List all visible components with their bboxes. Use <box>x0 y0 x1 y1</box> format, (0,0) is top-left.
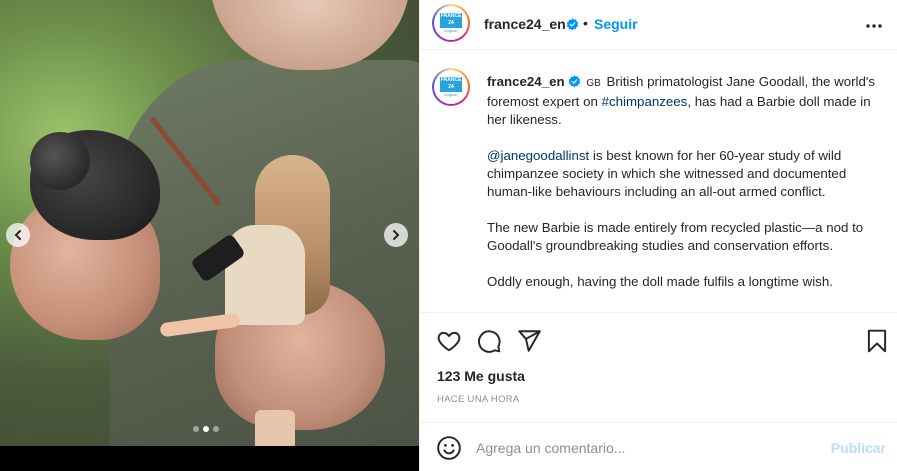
post-caption: FRANCE 24 english france24_en GB British… <box>432 66 892 312</box>
header-username[interactable]: france24_en <box>484 16 566 32</box>
flag-gb: GB <box>586 78 601 89</box>
post-header: FRANCE 24 english france24_en • Seguir <box>420 0 897 50</box>
divider <box>420 312 897 313</box>
carousel-dot <box>193 426 199 432</box>
bookmark-icon[interactable] <box>864 328 890 354</box>
caption-username[interactable]: france24_en <box>487 74 565 89</box>
post-panel: FRANCE 24 english france24_en • Seguir F… <box>419 0 897 471</box>
heart-icon[interactable] <box>436 328 462 354</box>
post-comment-button[interactable]: Publicar <box>831 440 886 456</box>
carousel-dot-active <box>203 426 209 432</box>
carousel-dot <box>213 426 219 432</box>
france24-logo: FRANCE 24 english <box>437 9 465 37</box>
logo-text: FRANCE 24 <box>440 77 462 92</box>
caption-paragraph-4: Oddly enough, having the doll made fulfi… <box>487 274 833 289</box>
chevron-right-icon <box>393 230 400 240</box>
logo-subtext: english <box>444 92 458 97</box>
next-slide-button[interactable] <box>384 223 408 247</box>
more-options-icon[interactable] <box>864 16 884 36</box>
comment-icon[interactable] <box>476 328 502 354</box>
previous-slide-button[interactable] <box>6 223 30 247</box>
verified-badge-icon <box>568 75 580 88</box>
post-media[interactable] <box>0 0 419 471</box>
logo-subtext: english <box>444 28 458 33</box>
hashtag-link[interactable]: #chimpanzees <box>602 94 688 109</box>
caption-paragraph-3: The new Barbie is made entirely from rec… <box>487 220 864 253</box>
emoji-icon[interactable] <box>436 435 462 461</box>
carousel-indicator <box>193 426 219 432</box>
caption-paragraph-2: @janegoodallinst is best known for her 6… <box>487 147 882 201</box>
post-image <box>0 0 419 446</box>
caption-text: france24_en GB British primatologist Jan… <box>487 73 882 291</box>
logo-text: FRANCE 24 <box>440 13 462 28</box>
mention-link[interactable]: @janegoodallinst <box>487 148 589 163</box>
comment-bar: Publicar <box>420 423 897 471</box>
action-bar <box>420 322 897 362</box>
comment-input[interactable] <box>476 437 816 459</box>
chevron-left-icon <box>14 230 21 240</box>
separator-dot: • <box>583 15 588 31</box>
follow-button[interactable]: Seguir <box>594 16 638 32</box>
post-timestamp[interactable]: HACE UNA HORA <box>437 394 520 405</box>
verified-badge-icon <box>563 16 579 34</box>
caption-avatar[interactable]: FRANCE 24 english <box>432 68 470 106</box>
likes-count[interactable]: 123 Me gusta <box>437 368 525 384</box>
france24-logo: FRANCE 24 english <box>437 73 465 101</box>
share-icon[interactable] <box>516 328 542 354</box>
avatar[interactable]: FRANCE 24 english <box>432 4 470 42</box>
